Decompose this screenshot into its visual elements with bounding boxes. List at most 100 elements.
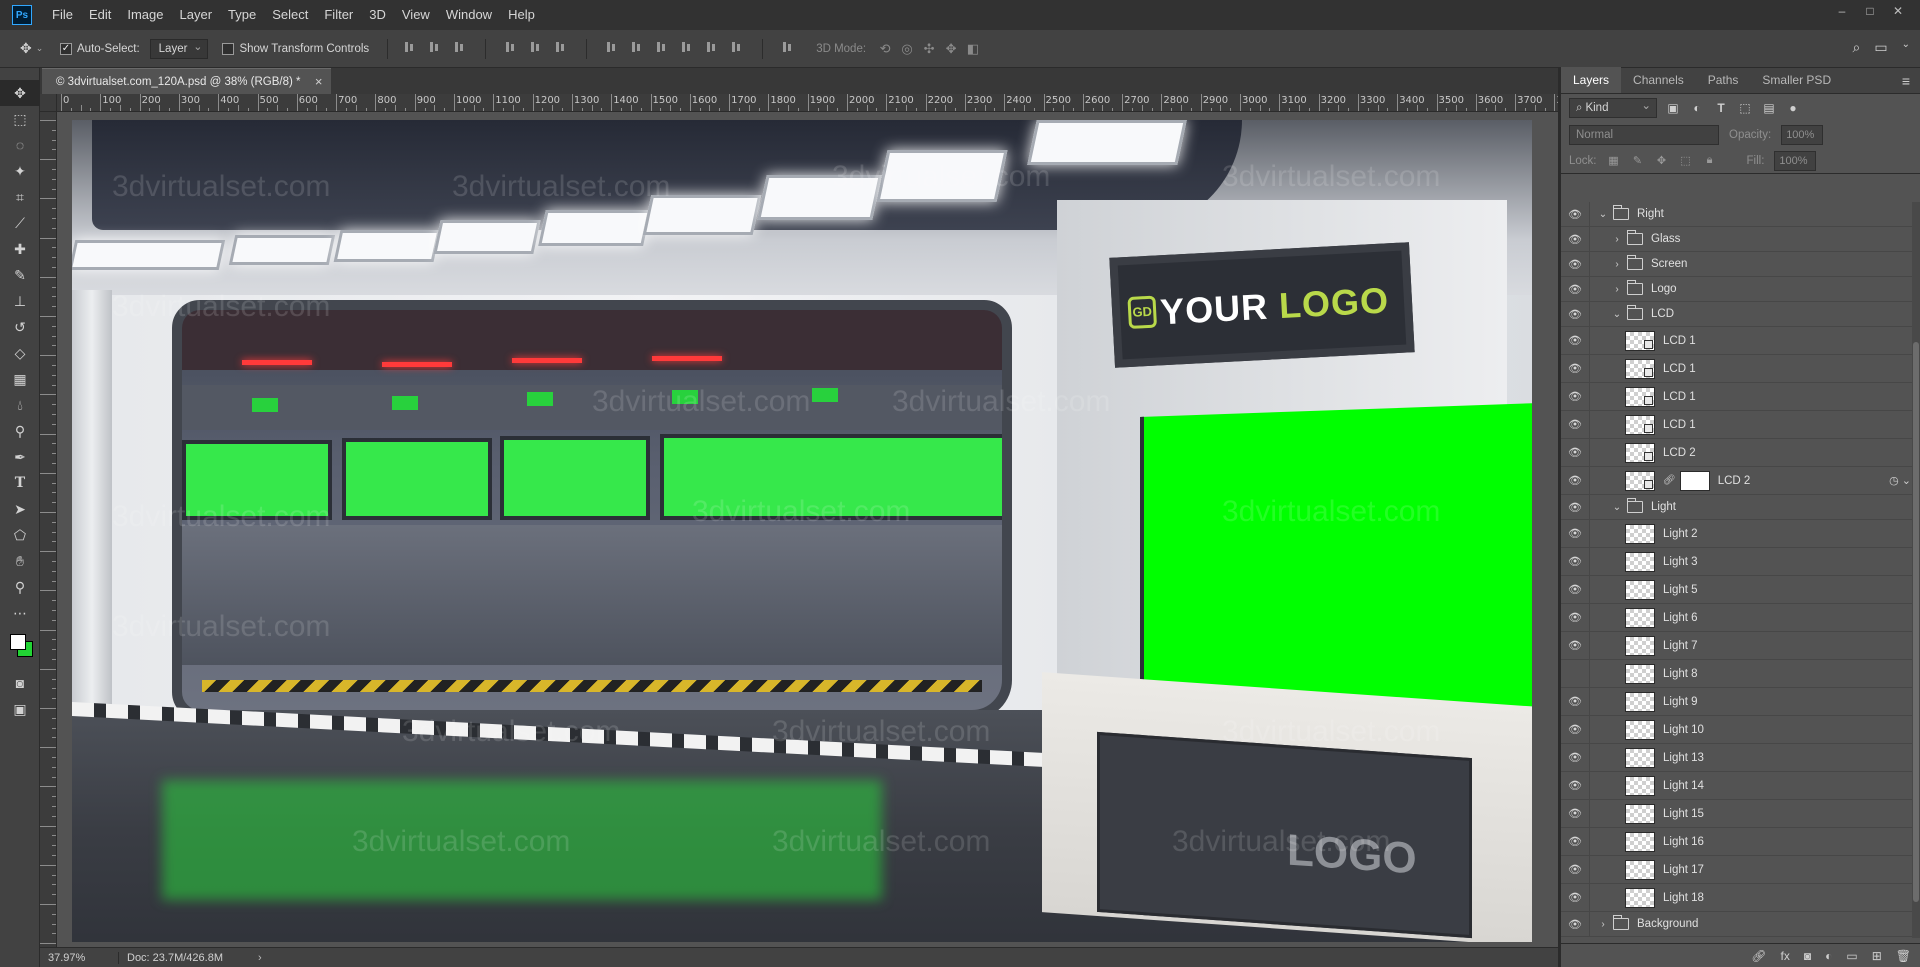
pixel-filter-icon[interactable]: ▣ xyxy=(1665,100,1681,116)
eyedropper-tool-icon[interactable]: ⟋ xyxy=(0,210,40,236)
visibility-eye-icon[interactable]: 👁︎ xyxy=(1567,445,1583,461)
move-tool-preset[interactable]: ✥ ⌄ xyxy=(20,40,60,57)
path-selection-tool-icon[interactable]: ➤ xyxy=(0,496,40,522)
healing-brush-tool-icon[interactable]: ✚ xyxy=(0,236,40,262)
chevron-down-icon[interactable]: ⌄ xyxy=(1902,39,1910,56)
auto-align-icon[interactable] xyxy=(780,39,796,55)
chevron-right-icon[interactable]: › xyxy=(1611,259,1623,270)
status-menu-arrow[interactable]: › xyxy=(258,952,262,964)
trash-icon[interactable]: 🗑︎ xyxy=(1896,949,1911,963)
visibility-eye-icon[interactable]: 👁︎ xyxy=(1567,473,1583,489)
chevron-right-icon[interactable]: › xyxy=(1611,284,1623,295)
foreground-color-swatch[interactable] xyxy=(10,634,26,650)
layer-row[interactable]: 👁︎ Light 13 xyxy=(1561,744,1920,772)
layers-scrollbar-thumb[interactable] xyxy=(1913,342,1919,902)
layer-row[interactable]: 👁︎ 🔗︎ LCD 2 ◷ ⌄ xyxy=(1561,467,1920,495)
tab-paths[interactable]: Paths xyxy=(1696,67,1751,93)
tab-channels[interactable]: Channels xyxy=(1621,67,1696,93)
chevron-right-icon[interactable]: › xyxy=(1611,234,1623,245)
visibility-eye-icon[interactable]: 👁︎ xyxy=(1567,256,1583,272)
lock-position-icon[interactable]: ✥ xyxy=(1655,154,1669,168)
layer-row[interactable]: Light 8 xyxy=(1561,660,1920,688)
visibility-eye-icon[interactable]: 👁︎ xyxy=(1567,694,1583,710)
adjustment-icon[interactable]: ◐ xyxy=(1825,949,1832,963)
maximize-button[interactable]: □ xyxy=(1856,0,1884,22)
adjustment-filter-icon[interactable]: ◐ xyxy=(1689,100,1705,116)
menu-view[interactable]: View xyxy=(394,0,438,30)
menu-type[interactable]: Type xyxy=(220,0,264,30)
visibility-eye-icon[interactable]: 👁︎ xyxy=(1567,361,1583,377)
visibility-eye-icon[interactable]: 👁︎ xyxy=(1567,206,1583,222)
workspace-icon[interactable]: ▭ xyxy=(1874,39,1887,56)
layer-row[interactable]: 👁︎ Light 15 xyxy=(1561,800,1920,828)
layer-row[interactable]: 👁︎ Light 6 xyxy=(1561,604,1920,632)
document-canvas[interactable]: GD YOUR LOGO LOGO 3dvirtualset.com3dvirt… xyxy=(72,120,1532,942)
tab-layers[interactable]: Layers xyxy=(1561,67,1622,93)
zoom-tool-icon[interactable]: ⚲ xyxy=(0,574,40,600)
menu-file[interactable]: File xyxy=(44,0,81,30)
vertical-ruler[interactable] xyxy=(40,112,57,947)
visibility-eye-icon[interactable]: 👁︎ xyxy=(1567,638,1583,654)
distribute-bottom-icon[interactable] xyxy=(654,39,670,55)
brush-tool-icon[interactable]: ✎ xyxy=(0,262,40,288)
menu-layer[interactable]: Layer xyxy=(172,0,221,30)
tab-smaller-psd[interactable]: Smaller PSD xyxy=(1750,67,1843,93)
visibility-eye-icon[interactable]: 👁︎ xyxy=(1567,417,1583,433)
layer-mask-thumbnail[interactable] xyxy=(1679,470,1710,491)
distribute-right-icon[interactable] xyxy=(729,39,745,55)
layer-row[interactable]: 👁︎ Light 5 xyxy=(1561,576,1920,604)
ruler-origin[interactable] xyxy=(40,94,57,112)
show-transform-checkbox[interactable] xyxy=(222,42,235,55)
eraser-tool-icon[interactable]: ◇ xyxy=(0,340,40,366)
visibility-eye-icon[interactable]: 👁︎ xyxy=(1567,582,1583,598)
visibility-eye-icon[interactable]: 👁︎ xyxy=(1567,389,1583,405)
smart-object-filter-icon[interactable]: ▤ xyxy=(1761,100,1777,116)
move-tool-icon[interactable]: ✥ xyxy=(0,80,40,106)
visibility-eye-icon[interactable]: 👁︎ xyxy=(1567,333,1583,349)
layer-row[interactable]: 👁︎ Light 16 xyxy=(1561,828,1920,856)
layer-row[interactable]: 👁︎ LCD 1 xyxy=(1561,327,1920,355)
layer-row[interactable]: 👁︎ LCD 1 xyxy=(1561,383,1920,411)
visibility-eye-icon[interactable]: 👁︎ xyxy=(1567,750,1583,766)
align-top-icon[interactable] xyxy=(402,39,418,55)
marquee-tool-icon[interactable]: ⬚ xyxy=(0,106,40,132)
layers-scrollbar[interactable] xyxy=(1912,202,1920,938)
visibility-eye-icon[interactable]: 👁︎ xyxy=(1567,526,1583,542)
layer-row[interactable]: 👁︎ Light 14 xyxy=(1561,772,1920,800)
visibility-eye-icon[interactable]: 👁︎ xyxy=(1567,610,1583,626)
distribute-left-icon[interactable] xyxy=(679,39,695,55)
shape-tool-icon[interactable]: ⬠ xyxy=(0,522,40,548)
dodge-tool-icon[interactable]: ⚲ xyxy=(0,418,40,444)
fx-icon[interactable]: fx xyxy=(1781,949,1790,963)
pen-tool-icon[interactable]: ✒ xyxy=(0,444,40,470)
quick-mask-icon[interactable]: ◙ xyxy=(0,670,40,696)
link-icon[interactable]: 🔗︎ xyxy=(1751,949,1766,963)
filter-toggle-icon[interactable]: ● xyxy=(1785,100,1801,116)
layer-group-row[interactable]: 👁︎ › Logo xyxy=(1561,277,1920,302)
visibility-eye-icon[interactable]: 👁︎ xyxy=(1567,778,1583,794)
type-filter-icon[interactable]: T xyxy=(1713,100,1729,116)
screen-mode-icon[interactable]: ▣ xyxy=(0,696,40,722)
3d-roll-icon[interactable]: ◎ xyxy=(898,40,916,58)
lock-transparency-icon[interactable]: ▦ xyxy=(1607,154,1621,168)
align-vertical-center-icon[interactable] xyxy=(427,39,443,55)
horizontal-ruler[interactable]: 0 100 200 300 400 500 600 700 800 900 1000 1100 1200… xyxy=(57,94,1558,112)
visibility-eye-icon[interactable]: 👁︎ xyxy=(1567,916,1583,932)
visibility-eye-icon[interactable]: 👁︎ xyxy=(1567,806,1583,822)
new-layer-icon[interactable]: ⊞ xyxy=(1872,949,1882,963)
layer-row[interactable]: 👁︎ Light 7 xyxy=(1561,632,1920,660)
mask-icon[interactable]: ◙ xyxy=(1804,949,1811,963)
type-tool-icon[interactable]: T xyxy=(0,470,40,496)
align-bottom-icon[interactable] xyxy=(452,39,468,55)
3d-orbit-icon[interactable]: ⟲ xyxy=(876,40,894,58)
clone-stamp-tool-icon[interactable]: ⊥ xyxy=(0,288,40,314)
layer-row[interactable]: 👁︎ Light 9 xyxy=(1561,688,1920,716)
layer-row[interactable]: 👁︎ Light 18 xyxy=(1561,884,1920,912)
lock-all-icon[interactable]: 🔒︎ xyxy=(1703,154,1717,168)
menu-3d[interactable]: 3D xyxy=(361,0,394,30)
close-window-button[interactable]: ✕ xyxy=(1884,0,1912,22)
filter-kind-dropdown[interactable]: ⌕ Kind xyxy=(1569,97,1657,118)
distribute-horizontal-center-icon[interactable] xyxy=(704,39,720,55)
align-horizontal-center-icon[interactable] xyxy=(528,39,544,55)
layer-group-row[interactable]: 👁︎ › Glass xyxy=(1561,227,1920,252)
